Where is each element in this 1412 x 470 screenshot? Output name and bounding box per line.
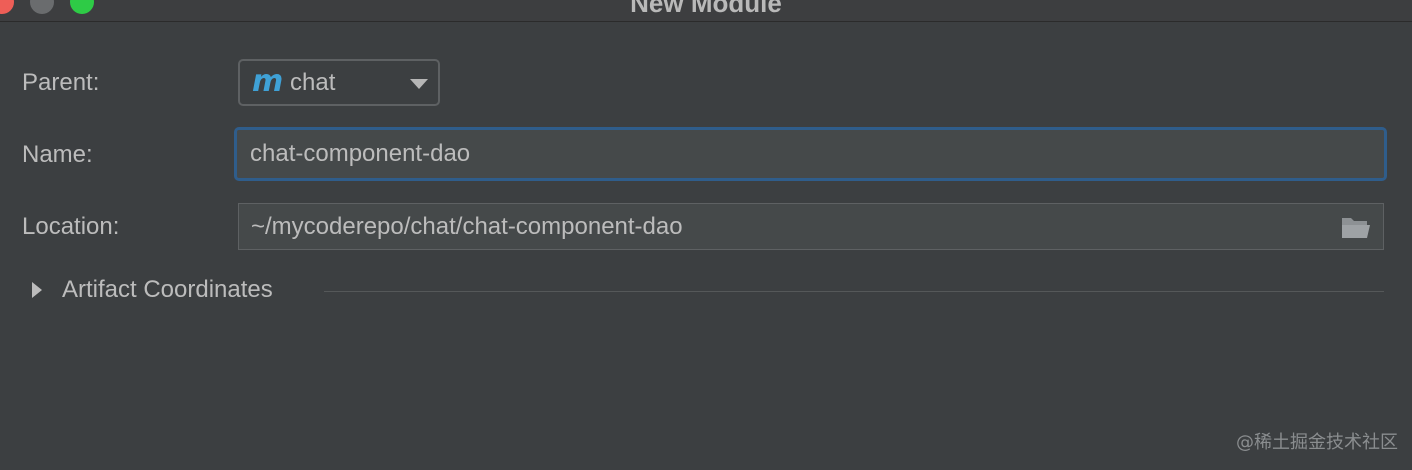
folder-icon[interactable] bbox=[1340, 214, 1372, 240]
title-bar: New Module bbox=[0, 0, 1412, 22]
parent-select-value: chat bbox=[290, 69, 336, 96]
watermark: @稀土掘金技术社区 bbox=[1236, 432, 1398, 453]
artifact-coordinates-toggle[interactable]: Artifact Coordinates bbox=[32, 275, 273, 305]
location-label: Location: bbox=[22, 213, 120, 240]
name-input[interactable] bbox=[234, 127, 1387, 181]
expand-arrow-icon bbox=[32, 282, 42, 298]
artifact-coordinates-label: Artifact Coordinates bbox=[62, 276, 273, 303]
new-module-form: Parent: m chat Name: Location: Artifact … bbox=[0, 23, 1412, 470]
maven-module-icon: m bbox=[252, 64, 284, 99]
window-title: New Module bbox=[630, 0, 782, 18]
location-input[interactable] bbox=[238, 203, 1384, 250]
parent-label: Parent: bbox=[22, 69, 100, 96]
chevron-down-icon[interactable] bbox=[410, 79, 428, 89]
parent-select[interactable]: m chat bbox=[238, 59, 440, 106]
name-label: Name: bbox=[22, 141, 93, 168]
section-divider bbox=[324, 291, 1384, 292]
